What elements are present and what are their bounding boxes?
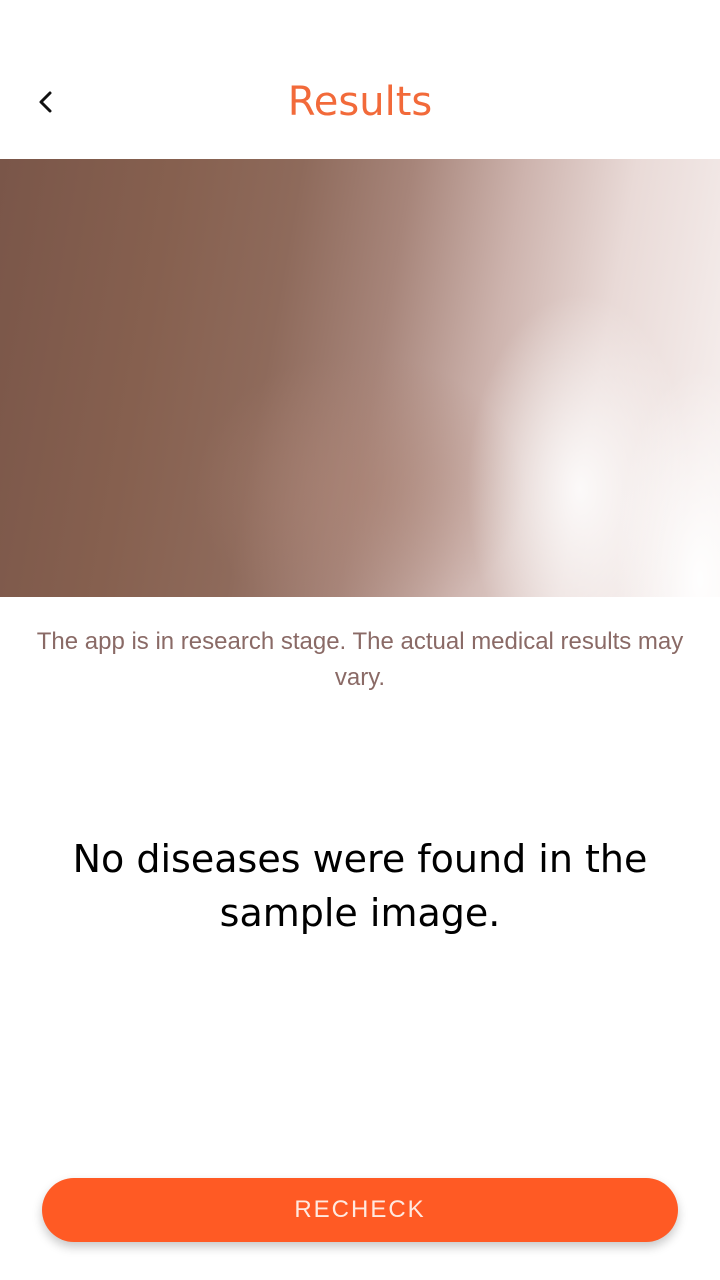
- page-title: Results: [287, 79, 433, 125]
- recheck-button[interactable]: RECHECK: [42, 1178, 678, 1242]
- header: Results: [0, 0, 720, 160]
- sample-image: [0, 159, 720, 597]
- research-disclaimer: The app is in research stage. The actual…: [36, 628, 684, 691]
- recheck-button-label: RECHECK: [294, 1196, 426, 1223]
- result-message: No diseases were found in the sample ima…: [72, 837, 648, 935]
- results-screen: Results The app is in research stage. Th…: [0, 0, 720, 1280]
